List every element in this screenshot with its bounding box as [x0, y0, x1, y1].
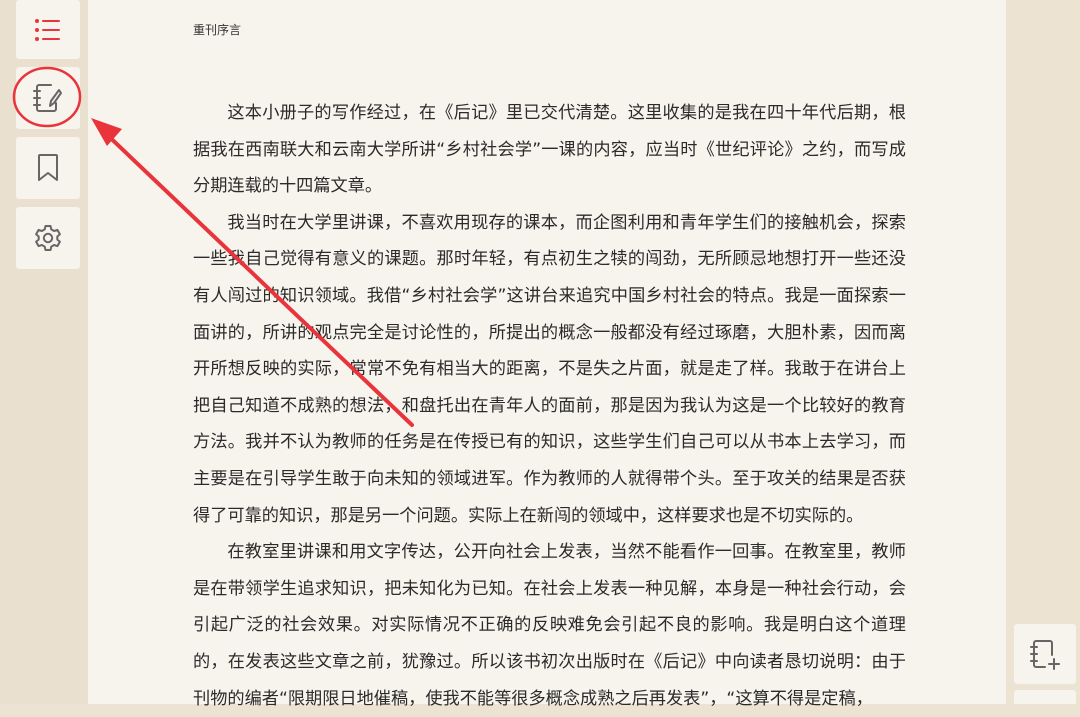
notebook-pen-icon [33, 84, 62, 112]
reader-page: 重刊序言 这本小册子的写作经过，在《后记》里已交代清楚。这里收集的是我在四十年代… [88, 0, 1006, 709]
toc-button[interactable] [16, 0, 80, 59]
paragraph: 我当时在大学里讲课，不喜欢用现存的课本，而企图利用和青年学生们的接触机会，探索一… [193, 212, 906, 526]
bookmark-button[interactable] [16, 137, 80, 199]
paragraph: 这本小册子的写作经过，在《后记》里已交代清楚。这里收集的是我在四十年代后期，根据… [193, 103, 906, 197]
add-note-button[interactable] [1014, 624, 1076, 684]
gear-icon [35, 225, 61, 251]
settings-button[interactable] [16, 207, 80, 269]
notes-button[interactable] [16, 67, 80, 129]
next-toolbar-button[interactable] [1014, 690, 1076, 704]
right-toolbar [1006, 0, 1080, 704]
bookmark-icon [38, 154, 58, 181]
left-toolbar [0, 0, 90, 704]
note-add-icon [1030, 640, 1060, 670]
page-body: 这本小册子的写作经过，在《后记》里已交代清楚。这里收集的是我在四十年代后期，根据… [193, 95, 906, 717]
list-icon [35, 18, 60, 41]
running-title: 重刊序言 [193, 23, 242, 37]
paragraph: 在教室里讲课和用文字传达，公开向社会上发表，当然不能看作一回事。在教室里，教师是… [193, 542, 906, 709]
